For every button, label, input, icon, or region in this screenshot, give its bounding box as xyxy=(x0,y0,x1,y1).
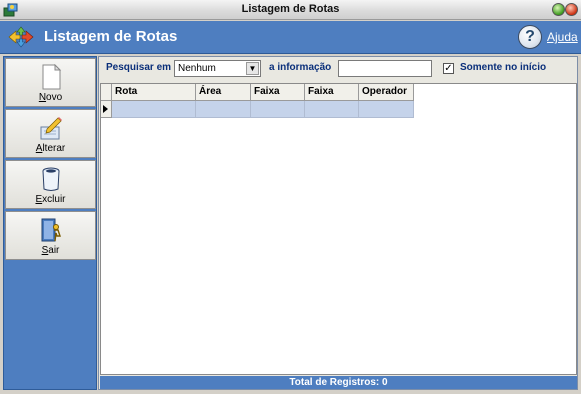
trash-bin-icon xyxy=(42,167,60,191)
new-document-icon xyxy=(42,64,62,90)
start-only-label: Somente no início xyxy=(460,62,547,73)
table-cell[interactable] xyxy=(196,101,251,118)
search-field-value: Nenhum xyxy=(178,63,216,74)
routes-table[interactable]: Rota Área Faixa Faixa Operador xyxy=(100,83,577,375)
records-total-bar: Total de Registros: 0 xyxy=(100,376,577,389)
page-header: Listagem de Rotas ? Ajuda xyxy=(0,21,581,54)
row-indicator-header xyxy=(101,84,112,101)
exit-button[interactable]: Sair xyxy=(5,211,96,260)
exit-door-icon xyxy=(41,218,61,242)
chevron-down-icon[interactable]: ▼ xyxy=(246,62,259,75)
row-indicator xyxy=(101,101,112,118)
minimize-button[interactable] xyxy=(552,3,565,16)
table-cell[interactable] xyxy=(251,101,305,118)
edit-button[interactable]: Alterar xyxy=(5,109,96,158)
search-input[interactable] xyxy=(338,60,432,77)
window-title: Listagem de Rotas xyxy=(241,3,340,15)
new-button[interactable]: Novo xyxy=(5,58,96,107)
search-in-label: Pesquisar em xyxy=(106,62,172,73)
column-header-area[interactable]: Área xyxy=(196,84,251,101)
new-button-label: Novo xyxy=(38,92,63,103)
start-only-checkbox[interactable]: ✓ xyxy=(443,63,454,74)
column-header-lane-2[interactable]: Faixa xyxy=(305,84,359,101)
close-button[interactable] xyxy=(565,3,578,16)
title-bar[interactable]: Listagem de Rotas xyxy=(0,0,581,20)
delete-button-label: Excluir xyxy=(35,194,66,205)
search-field-select[interactable]: Nenhum ▼ xyxy=(174,60,261,77)
help-link[interactable]: Ajuda xyxy=(547,30,578,44)
edit-pencil-icon xyxy=(40,117,62,140)
help-icon[interactable]: ? xyxy=(518,25,542,49)
page-title: Listagem de Rotas xyxy=(44,28,178,45)
table-cell[interactable] xyxy=(305,101,359,118)
info-label: a informação xyxy=(269,62,332,73)
main-window: Listagem de Rotas Listagem de Rotas ? Aj… xyxy=(0,0,581,394)
delete-button[interactable]: Excluir xyxy=(5,160,96,209)
edit-button-label: Alterar xyxy=(35,143,66,154)
table-cell[interactable] xyxy=(112,101,196,118)
sidebar: Novo Alterar Excluir Sair xyxy=(3,56,97,390)
column-header-operator[interactable]: Operador xyxy=(359,84,414,101)
current-row-arrow-icon xyxy=(103,105,108,113)
exit-button-label: Sair xyxy=(41,245,60,256)
main-panel: Pesquisar em Nenhum ▼ a informação ✓ Som… xyxy=(98,56,578,390)
column-header-lane-1[interactable]: Faixa xyxy=(251,84,305,101)
column-header-route[interactable]: Rota xyxy=(112,84,196,101)
route-arrows-icon xyxy=(8,26,34,48)
table-cell[interactable] xyxy=(359,101,414,118)
